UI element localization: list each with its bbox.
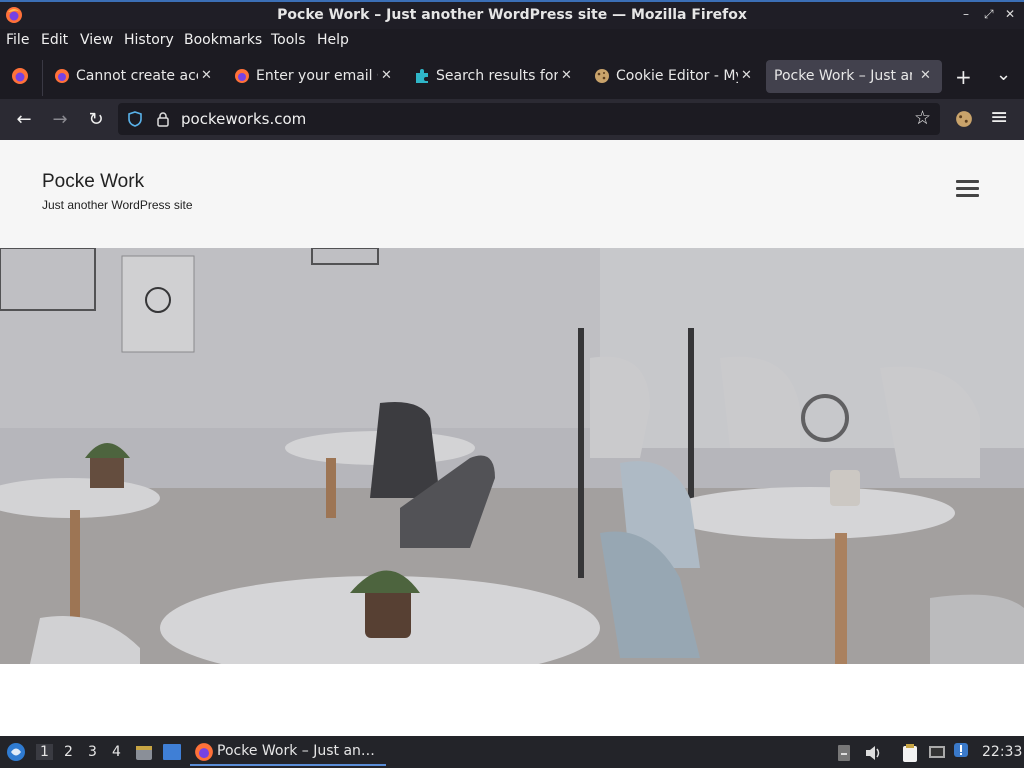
tab-label: Cookie Editor - My [616,68,738,84]
update-notification-icon[interactable] [953,742,969,758]
taskbar-window-label: Pocke Work – Just an… [217,743,375,759]
hero-image [0,248,1024,664]
start-menu-icon[interactable] [6,742,26,762]
firefox-icon [55,69,69,83]
menu-help[interactable]: Help [317,32,349,48]
back-button[interactable]: ← [12,108,36,132]
cafe-photo [0,248,1024,664]
site-header: Pocke Work Just another WordPress site [0,140,1024,248]
tab-label: Pocke Work – Just anc [774,68,912,84]
menu-tools[interactable]: Tools [271,32,306,48]
app-menu-button[interactable]: ≡ [990,105,1008,130]
workspace-2[interactable]: 2 [64,744,73,760]
close-tab-icon[interactable]: ✕ [920,68,931,83]
menu-bookmarks[interactable]: Bookmarks [184,32,262,48]
url-bar[interactable]: pockeworks.com ☆ [118,103,940,135]
menu-edit[interactable]: Edit [41,32,68,48]
puzzle-icon [416,69,428,83]
lock-icon[interactable] [155,111,171,127]
workspace-3[interactable]: 3 [88,744,97,760]
cookie-editor-extension-icon[interactable] [955,110,973,128]
tab-divider [42,60,43,96]
network-icon[interactable] [928,744,946,762]
menu-view[interactable]: View [80,32,113,48]
file-manager-icon[interactable] [134,742,154,762]
taskbar-firefox-window[interactable]: Pocke Work – Just an… [190,740,386,766]
system-taskbar: 1 2 3 4 Pocke Work – Just an… 22:33 [0,736,1024,768]
firefox-icon [235,69,249,83]
window-titlebar: Pocke Work – Just another WordPress site… [0,0,1024,29]
url-text[interactable]: pockeworks.com [181,110,306,128]
menu-history[interactable]: History [124,32,174,48]
restore-button[interactable]: ⤢ [984,7,994,22]
minimize-button[interactable]: – [963,7,969,21]
forward-button[interactable]: → [48,108,72,132]
tab-label: Enter your email C [256,68,378,84]
firefox-icon [195,743,213,761]
tab-cookie-editor[interactable]: Cookie Editor - My ✕ [594,60,754,93]
show-desktop-icon[interactable] [162,743,182,761]
clipboard-tray-icon[interactable] [836,744,852,762]
tab-label: Cannot create acc [76,68,198,84]
volume-icon[interactable] [864,744,882,762]
tab-pocke-work[interactable]: Pocke Work – Just anc ✕ [766,60,942,93]
tab-enter-your-email[interactable]: Enter your email C ✕ [234,60,394,93]
window-title: Pocke Work – Just another WordPress site… [277,7,747,23]
cookie-icon [595,69,609,83]
close-window-button[interactable]: ✕ [1005,7,1015,21]
tab-cannot-create-account[interactable]: Cannot create acc ✕ [54,60,214,93]
tab-search-results[interactable]: Search results for ✕ [414,60,574,93]
web-page: Pocke Work Just another WordPress site [0,140,1024,736]
site-description: Just another WordPress site [42,198,193,212]
shield-icon[interactable] [127,111,143,127]
menubar: File Edit View History Bookmarks Tools H… [0,29,1024,54]
list-all-tabs-button[interactable]: ⌄ [996,64,1011,85]
close-tab-icon[interactable]: ✕ [381,68,392,83]
close-tab-icon[interactable]: ✕ [561,68,572,83]
clock: 22:33 [982,744,1023,760]
bookmark-star-icon[interactable]: ☆ [914,107,931,129]
navigation-toolbar: ← → ↻ pockeworks.com ☆ ≡ [0,99,1024,140]
workspace-4[interactable]: 4 [112,744,121,760]
reload-button[interactable]: ↻ [84,108,108,132]
tab-label: Search results for [436,68,558,84]
tab-bar: Cannot create acc ✕ Enter your email C ✕… [0,54,1024,99]
notes-tray-icon[interactable] [900,744,920,764]
menu-toggle-icon[interactable] [956,180,979,198]
workspace-1[interactable]: 1 [36,744,53,760]
close-tab-icon[interactable]: ✕ [201,68,212,83]
menu-file[interactable]: File [6,32,29,48]
site-title[interactable]: Pocke Work [42,171,144,193]
new-tab-button[interactable]: + [955,65,972,89]
close-tab-icon[interactable]: ✕ [741,68,752,83]
firefox-view-icon[interactable] [11,67,29,85]
